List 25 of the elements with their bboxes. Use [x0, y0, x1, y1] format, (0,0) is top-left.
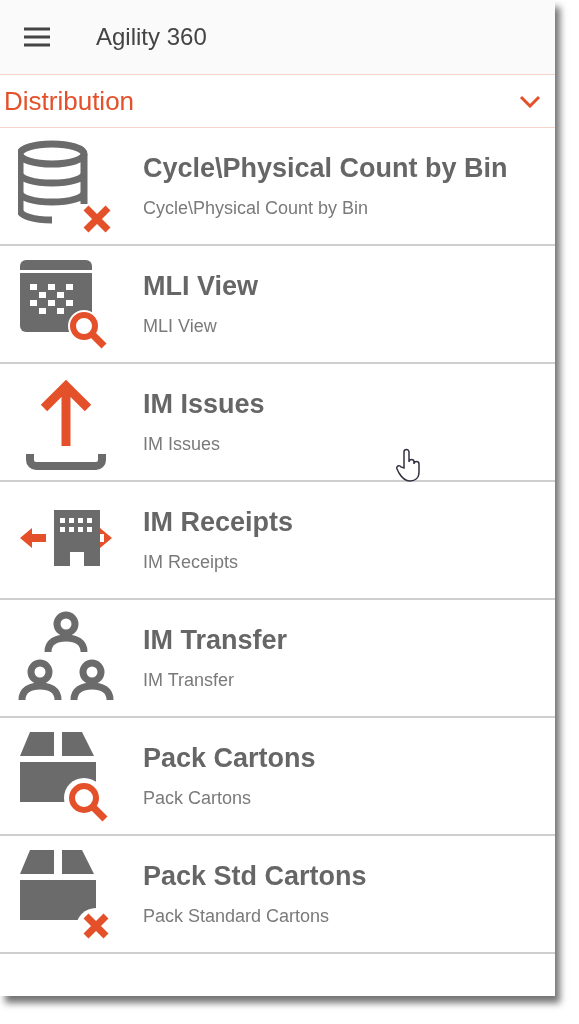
- item-title: Pack Cartons: [143, 743, 316, 774]
- section-title: Distribution: [4, 85, 135, 117]
- menu-item[interactable]: Cycle\Physical Count by Bin Cycle\Physical Count by Bin: [0, 128, 555, 246]
- item-subtitle: IM Issues: [143, 434, 222, 455]
- item-title: IM Issues: [143, 389, 265, 420]
- item-subtitle: Cycle\Physical Count by Bin: [143, 198, 370, 219]
- chevron-icon[interactable]: [519, 94, 541, 108]
- app-title: Agility 360: [96, 23, 207, 51]
- menu-item[interactable]: Pack Cartons Pack Cartons: [0, 718, 555, 836]
- menu-item[interactable]: IM Transfer IM Transfer: [0, 600, 555, 718]
- item-subtitle: IM Transfer: [143, 670, 236, 691]
- item-title: IM Transfer: [143, 625, 288, 656]
- item-title: IM Receipts: [143, 507, 294, 538]
- menu-item[interactable]: IM Receipts IM Receipts: [0, 482, 555, 600]
- item-title: Pack Std Cartons: [143, 861, 367, 892]
- menu-item[interactable]: Pack Std Cartons Pack Standard Cartons: [0, 836, 555, 954]
- item-subtitle: MLI View: [143, 316, 218, 337]
- item-subtitle: IM Receipts: [143, 552, 240, 573]
- item-title: MLI View: [143, 271, 259, 302]
- item-title: Cycle\Physical Count by Bin: [143, 153, 508, 184]
- item-subtitle: Pack Standard Cartons: [143, 906, 331, 927]
- menu-item[interactable]: MLI View MLI View: [0, 246, 555, 364]
- menu-icon[interactable]: [24, 27, 50, 47]
- item-subtitle: Pack Cartons: [143, 788, 253, 809]
- section-header[interactable]: Distribution: [0, 74, 555, 128]
